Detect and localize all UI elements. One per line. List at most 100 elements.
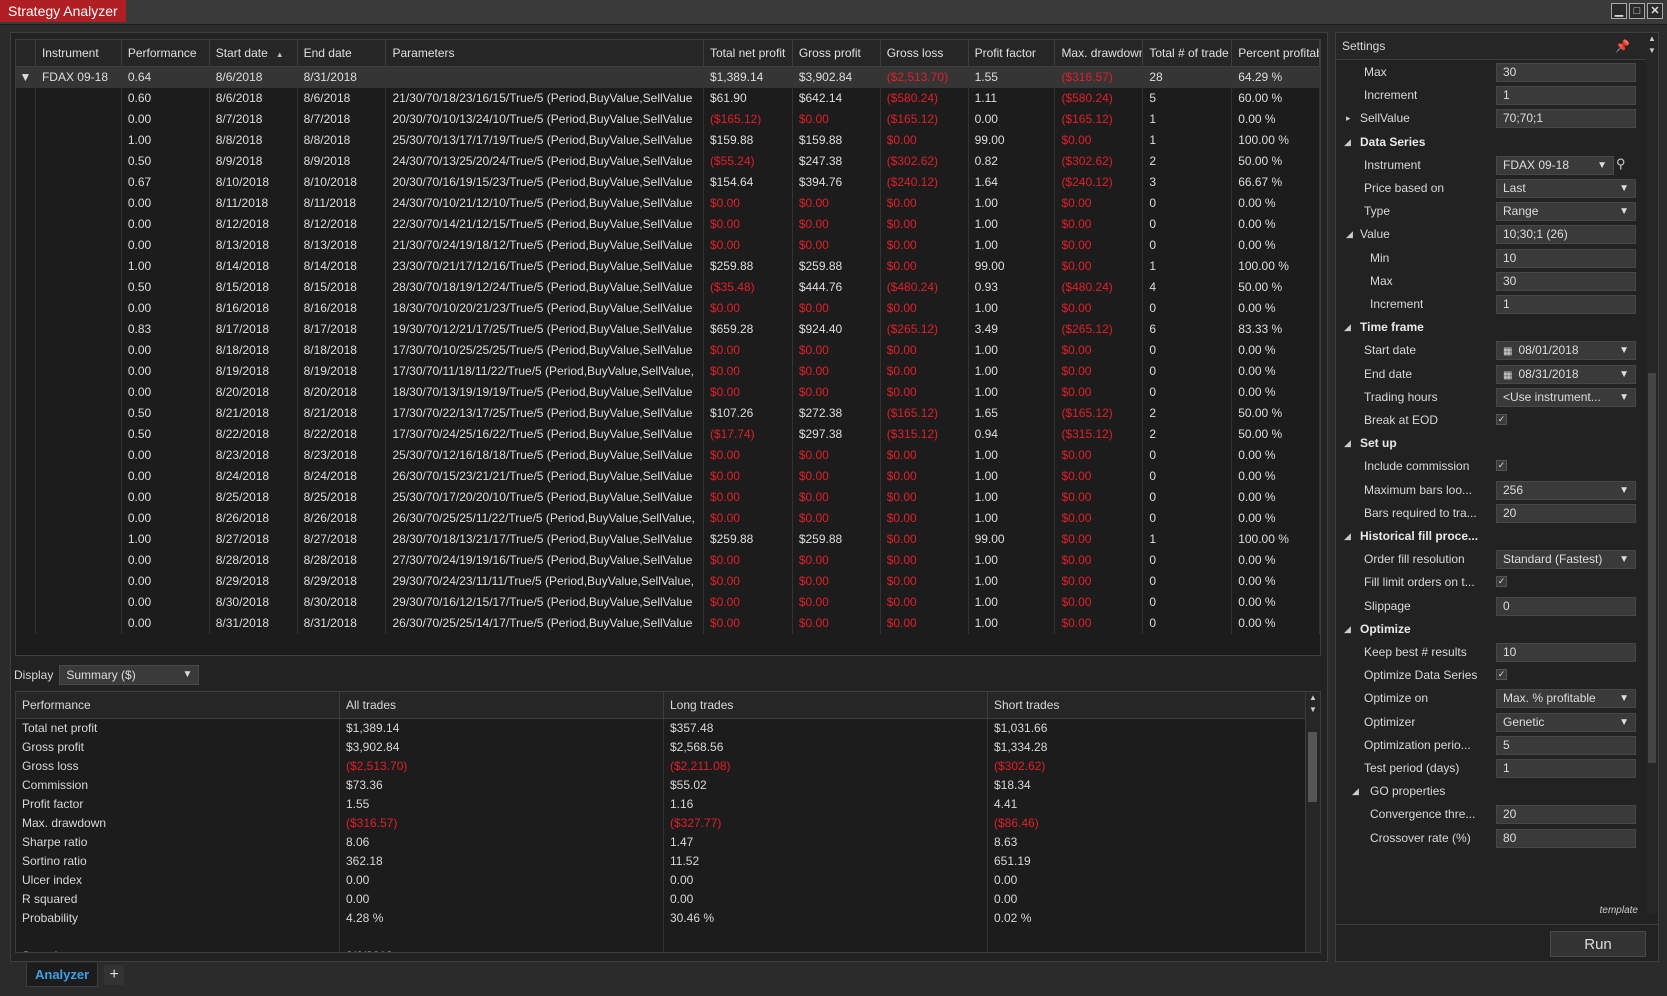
checkbox-checked[interactable]: ✓ [1496,669,1507,680]
column-header[interactable]: Instrument [36,40,122,66]
table-row[interactable]: 1.00 8/8/2018 8/8/2018 25/30/70/13/17/17/19… [16,130,1320,151]
table-row[interactable]: 0.00 8/23/2018 8/23/2018 25/30/70/12/16/18/… [16,445,1320,466]
column-header[interactable]: Max. drawdown [1055,40,1144,66]
checkbox-checked[interactable]: ✓ [1496,576,1507,587]
table-cell: 0.00 % [1232,487,1320,508]
column-header-label: Gross profit [798,46,861,60]
table-row[interactable]: 0.00 8/16/2018 8/16/2018 18/30/70/10/20/21/… [16,298,1320,319]
expand-triangle-icon[interactable]: ◢ [1344,618,1351,640]
display-select[interactable]: Summary ($) ▼ [59,665,200,685]
table-row[interactable]: 0.00 8/12/2018 8/12/2018 22/30/70/14/21/12/… [16,214,1320,235]
pin-icon[interactable]: 📌 [1615,33,1630,59]
property-value-input[interactable]: 20 [1496,504,1636,523]
table-row[interactable]: 0.60 8/6/2018 8/6/2018 21/30/70/18/23/16/15… [16,88,1320,109]
property-value-select[interactable]: Standard (Fastest) ▼ [1496,550,1636,569]
property-value-input[interactable]: 1 [1496,759,1636,778]
table-row[interactable]: 0.50 8/22/2018 8/22/2018 17/30/70/24/25/16/… [16,424,1320,445]
collapsed-triangle-icon[interactable]: ▸ [1346,107,1351,129]
column-header[interactable]: Gross loss [881,40,969,66]
table-row[interactable]: 1.00 8/14/2018 8/14/2018 23/30/70/21/17/12/… [16,256,1320,277]
search-icon[interactable]: ⚲ [1616,156,1626,172]
table-row[interactable]: 0.50 8/21/2018 8/21/2018 17/30/70/22/13/17/… [16,403,1320,424]
add-tab-button[interactable]: + [104,965,125,985]
summary-cell: Gross loss [16,757,340,776]
table-row[interactable]: 0.00 8/20/2018 8/20/2018 18/30/70/13/19/19/… [16,382,1320,403]
table-row[interactable]: 0.00 8/18/2018 8/18/2018 17/30/70/10/25/25/… [16,340,1320,361]
column-header[interactable]: Percent profitab [1232,40,1320,66]
table-row[interactable]: 0.83 8/17/2018 8/17/2018 19/30/70/12/21/17/… [16,319,1320,340]
checkbox-checked[interactable]: ✓ [1496,460,1507,471]
property-value-select[interactable]: <Use instrument... ▼ [1496,388,1636,407]
column-header[interactable]: Performance [122,40,210,66]
table-row[interactable]: 0.00 8/30/2018 8/30/2018 29/30/70/16/12/15/… [16,592,1320,613]
table-row[interactable]: 0.00 8/7/2018 8/7/2018 20/30/70/10/13/24/10… [16,109,1320,130]
property-value-select[interactable]: Last ▼ [1496,179,1636,198]
scroll-down-icon[interactable]: ▼ [1306,704,1320,716]
property-value-select[interactable]: Max. % profitable ▼ [1496,689,1636,708]
property-value-input[interactable]: 80 [1496,829,1636,848]
table-row[interactable]: 0.00 8/28/2018 8/28/2018 27/30/70/24/19/19/… [16,550,1320,571]
property-value-input[interactable]: 70;70;1 [1496,109,1636,128]
property-value-input[interactable]: 10;30;1 (26) [1496,225,1636,244]
column-header[interactable]: Total # of trade [1143,40,1233,66]
table-row[interactable]: 0.00 8/11/2018 8/11/2018 24/30/70/10/21/12/… [16,193,1320,214]
date-picker[interactable]: ▦ 08/31/2018 ▼ [1496,365,1636,384]
property-value-input[interactable]: 1 [1496,86,1636,105]
expand-triangle-icon[interactable]: ◢ [1344,432,1351,454]
column-header[interactable]: Total net profit [704,40,793,66]
table-row[interactable]: 0.00 8/26/2018 8/26/2018 26/30/70/25/25/11/… [16,508,1320,529]
scroll-up-icon[interactable]: ▲ [1646,33,1658,45]
table-row[interactable]: 0.00 8/31/2018 8/31/2018 26/30/70/25/25/14/… [16,613,1320,634]
scroll-down-icon[interactable]: ▼ [1646,45,1658,57]
property-value-select[interactable]: Genetic ▼ [1496,713,1636,732]
table-row[interactable]: 0.00 8/13/2018 8/13/2018 21/30/70/24/19/18/… [16,235,1320,256]
close-icon[interactable]: ✕ [1647,3,1663,19]
property-value-input[interactable]: 10 [1496,249,1636,268]
column-header[interactable]: Profit factor [969,40,1056,66]
scroll-up-icon[interactable]: ▲ [1306,692,1320,704]
property-value-select[interactable]: 256 ▼ [1496,481,1636,500]
run-button[interactable]: Run [1550,931,1646,957]
expand-triangle-icon[interactable]: ◢ [1352,780,1359,802]
table-cell: 0.00 % [1232,382,1320,403]
column-header[interactable]: Parameters [386,40,704,66]
table-row[interactable]: 0.00 8/29/2018 8/29/2018 29/30/70/24/23/11/… [16,571,1320,592]
property-value-input[interactable]: 20 [1496,805,1636,824]
tab-analyzer[interactable]: Analyzer [26,963,99,987]
property-label: Optimize Data Series [1364,668,1478,682]
property-value-select[interactable]: FDAX 09-18 ▼ [1496,156,1614,175]
scroll-thumb[interactable] [1648,373,1656,763]
property-value-input[interactable]: 1 [1496,295,1636,314]
column-header[interactable]: Start date ▲ [210,40,298,66]
table-row[interactable]: 0.67 8/10/2018 8/10/2018 20/30/70/16/19/15/… [16,172,1320,193]
table-row[interactable]: 1.00 8/27/2018 8/27/2018 28/30/70/18/13/21/… [16,529,1320,550]
property-value-input[interactable]: 5 [1496,736,1636,755]
maximize-icon[interactable]: □ [1629,3,1645,19]
property-value-input[interactable]: 10 [1496,643,1636,662]
expand-triangle-icon[interactable]: ◢ [1344,525,1351,547]
property-value-select[interactable]: Range ▼ [1496,202,1636,221]
date-picker[interactable]: ▦ 08/01/2018 ▼ [1496,341,1636,360]
expand-triangle-icon[interactable]: ◢ [1344,316,1351,338]
table-row[interactable]: ▼ FDAX 09-18 0.64 8/6/2018 8/31/2018 $1,389.1… [16,67,1320,88]
table-row[interactable]: 0.00 8/19/2018 8/19/2018 17/30/70/11/18/11/… [16,361,1320,382]
property-value-input[interactable]: 0 [1496,597,1636,616]
expand-triangle-icon[interactable]: ◢ [1344,131,1351,153]
table-row[interactable]: 0.00 8/25/2018 8/25/2018 25/30/70/17/20/20/… [16,487,1320,508]
settings-scrollbar[interactable]: ▲ ▼ [1646,33,1658,913]
column-header[interactable]: Gross profit [793,40,881,66]
summary-row: Sharpe ratio 8.06 1.47 8.63 [16,833,1320,852]
minimize-icon[interactable]: ▁ [1611,3,1627,19]
property-value-input[interactable]: 30 [1496,272,1636,291]
summary-scrollbar[interactable]: ▲ ▼ [1305,692,1320,952]
property-value-input[interactable]: 30 [1496,63,1636,82]
expand-triangle-icon[interactable]: ◢ [1346,223,1353,245]
scroll-thumb[interactable] [1308,732,1317,802]
collapse-icon[interactable]: ▼ [16,67,36,88]
table-row[interactable]: 0.00 8/24/2018 8/24/2018 26/30/70/15/23/21/… [16,466,1320,487]
checkbox-checked[interactable]: ✓ [1496,414,1507,425]
template-label[interactable]: template [1600,905,1638,916]
table-row[interactable]: 0.50 8/15/2018 8/15/2018 28/30/70/18/19/12/… [16,277,1320,298]
table-row[interactable]: 0.50 8/9/2018 8/9/2018 24/30/70/13/25/20/24… [16,151,1320,172]
column-header[interactable]: End date [298,40,387,66]
